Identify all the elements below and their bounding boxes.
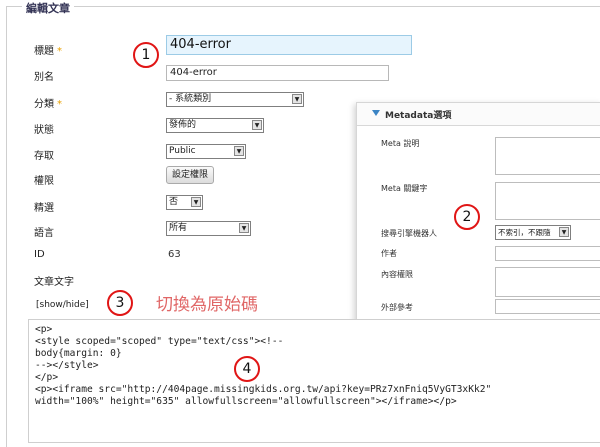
permissions-label: 權限 — [34, 176, 54, 187]
featured-select[interactable]: 否 ▼ — [166, 195, 203, 210]
language-label: 語言 — [34, 228, 54, 239]
title-input[interactable]: 404-error — [166, 35, 412, 55]
metadata-panel-title: Metadata選項 — [385, 111, 452, 121]
chevron-down-icon[interactable]: ▼ — [239, 223, 249, 233]
show-hide-toggle[interactable]: [show/hide] — [36, 300, 89, 310]
robots-select[interactable]: 不索引，不跟隨 ▼ — [495, 225, 571, 240]
status-label: 狀態 — [34, 125, 54, 136]
author-label: 作者 — [381, 249, 397, 258]
robots-select-value: 不索引，不跟隨 — [498, 228, 551, 237]
code-line: width="100%" height="635" allowfullscree… — [35, 396, 457, 407]
category-label: 分類 * — [34, 99, 62, 110]
external-reference-input[interactable] — [495, 299, 600, 314]
callout-2: 2 — [454, 204, 480, 230]
featured-label: 精選 — [34, 203, 54, 214]
category-select[interactable]: - 系統類別 ▼ — [166, 92, 304, 107]
chevron-down-icon[interactable]: ▼ — [292, 94, 302, 104]
chevron-down-icon[interactable]: ▼ — [559, 227, 569, 237]
chevron-down-icon[interactable]: ▼ — [191, 197, 201, 207]
id-label: ID — [34, 249, 45, 260]
triangle-down-icon[interactable] — [372, 110, 380, 116]
code-line: <p> — [35, 324, 53, 335]
title-label: 標題 * — [34, 46, 62, 57]
content-rights-label: 內容權限 — [381, 270, 413, 279]
article-text-editor[interactable]: <p> <style scoped="scoped" type="text/cs… — [28, 319, 600, 443]
access-select-value: Public — [169, 146, 196, 156]
required-marker: * — [57, 99, 62, 110]
meta-description-label: Meta 說明 — [381, 139, 420, 148]
id-value: 63 — [168, 249, 181, 260]
meta-keywords-label: Meta 關鍵字 — [381, 184, 428, 193]
language-select[interactable]: 所有 ▼ — [166, 221, 251, 236]
code-line: --></style> — [35, 360, 99, 371]
alias-input[interactable]: 404-error — [166, 65, 389, 81]
required-marker: * — [57, 46, 62, 57]
featured-select-value: 否 — [169, 197, 179, 207]
author-input[interactable] — [495, 246, 600, 261]
set-permissions-button[interactable]: 設定權限 — [166, 166, 215, 184]
status-select-value: 發佈的 — [169, 120, 197, 130]
annotation-text: 切換為原始碼 — [156, 295, 258, 315]
callout-1: 1 — [133, 42, 159, 68]
meta-keywords-textarea[interactable] — [495, 182, 600, 220]
access-label: 存取 — [34, 151, 54, 162]
metadata-panel-header[interactable]: Metadata選項 — [357, 103, 600, 126]
chevron-down-icon[interactable]: ▼ — [234, 146, 244, 156]
callout-3: 3 — [107, 290, 133, 316]
article-text-label: 文章文字 — [34, 277, 74, 288]
code-line: <style scoped="scoped" type="text/css"><… — [35, 336, 284, 347]
meta-description-textarea[interactable] — [495, 137, 600, 175]
code-line: <p><iframe src="http://404page.missingki… — [35, 384, 492, 395]
fieldset-legend: 編輯文章 — [22, 0, 74, 16]
category-select-value: - 系統類別 — [169, 94, 212, 104]
code-line: body{margin: 0} — [35, 348, 122, 359]
external-reference-label: 外部參考 — [381, 303, 413, 312]
status-select[interactable]: 發佈的 ▼ — [166, 118, 264, 133]
content-rights-textarea[interactable] — [495, 267, 600, 297]
robots-label: 搜尋引擎機器人 — [381, 229, 437, 238]
code-line: </p> — [35, 372, 59, 383]
chevron-down-icon[interactable]: ▼ — [252, 120, 262, 130]
alias-label: 別名 — [34, 72, 54, 83]
access-select[interactable]: Public ▼ — [166, 144, 246, 159]
callout-4: 4 — [234, 356, 260, 382]
language-select-value: 所有 — [169, 223, 188, 233]
